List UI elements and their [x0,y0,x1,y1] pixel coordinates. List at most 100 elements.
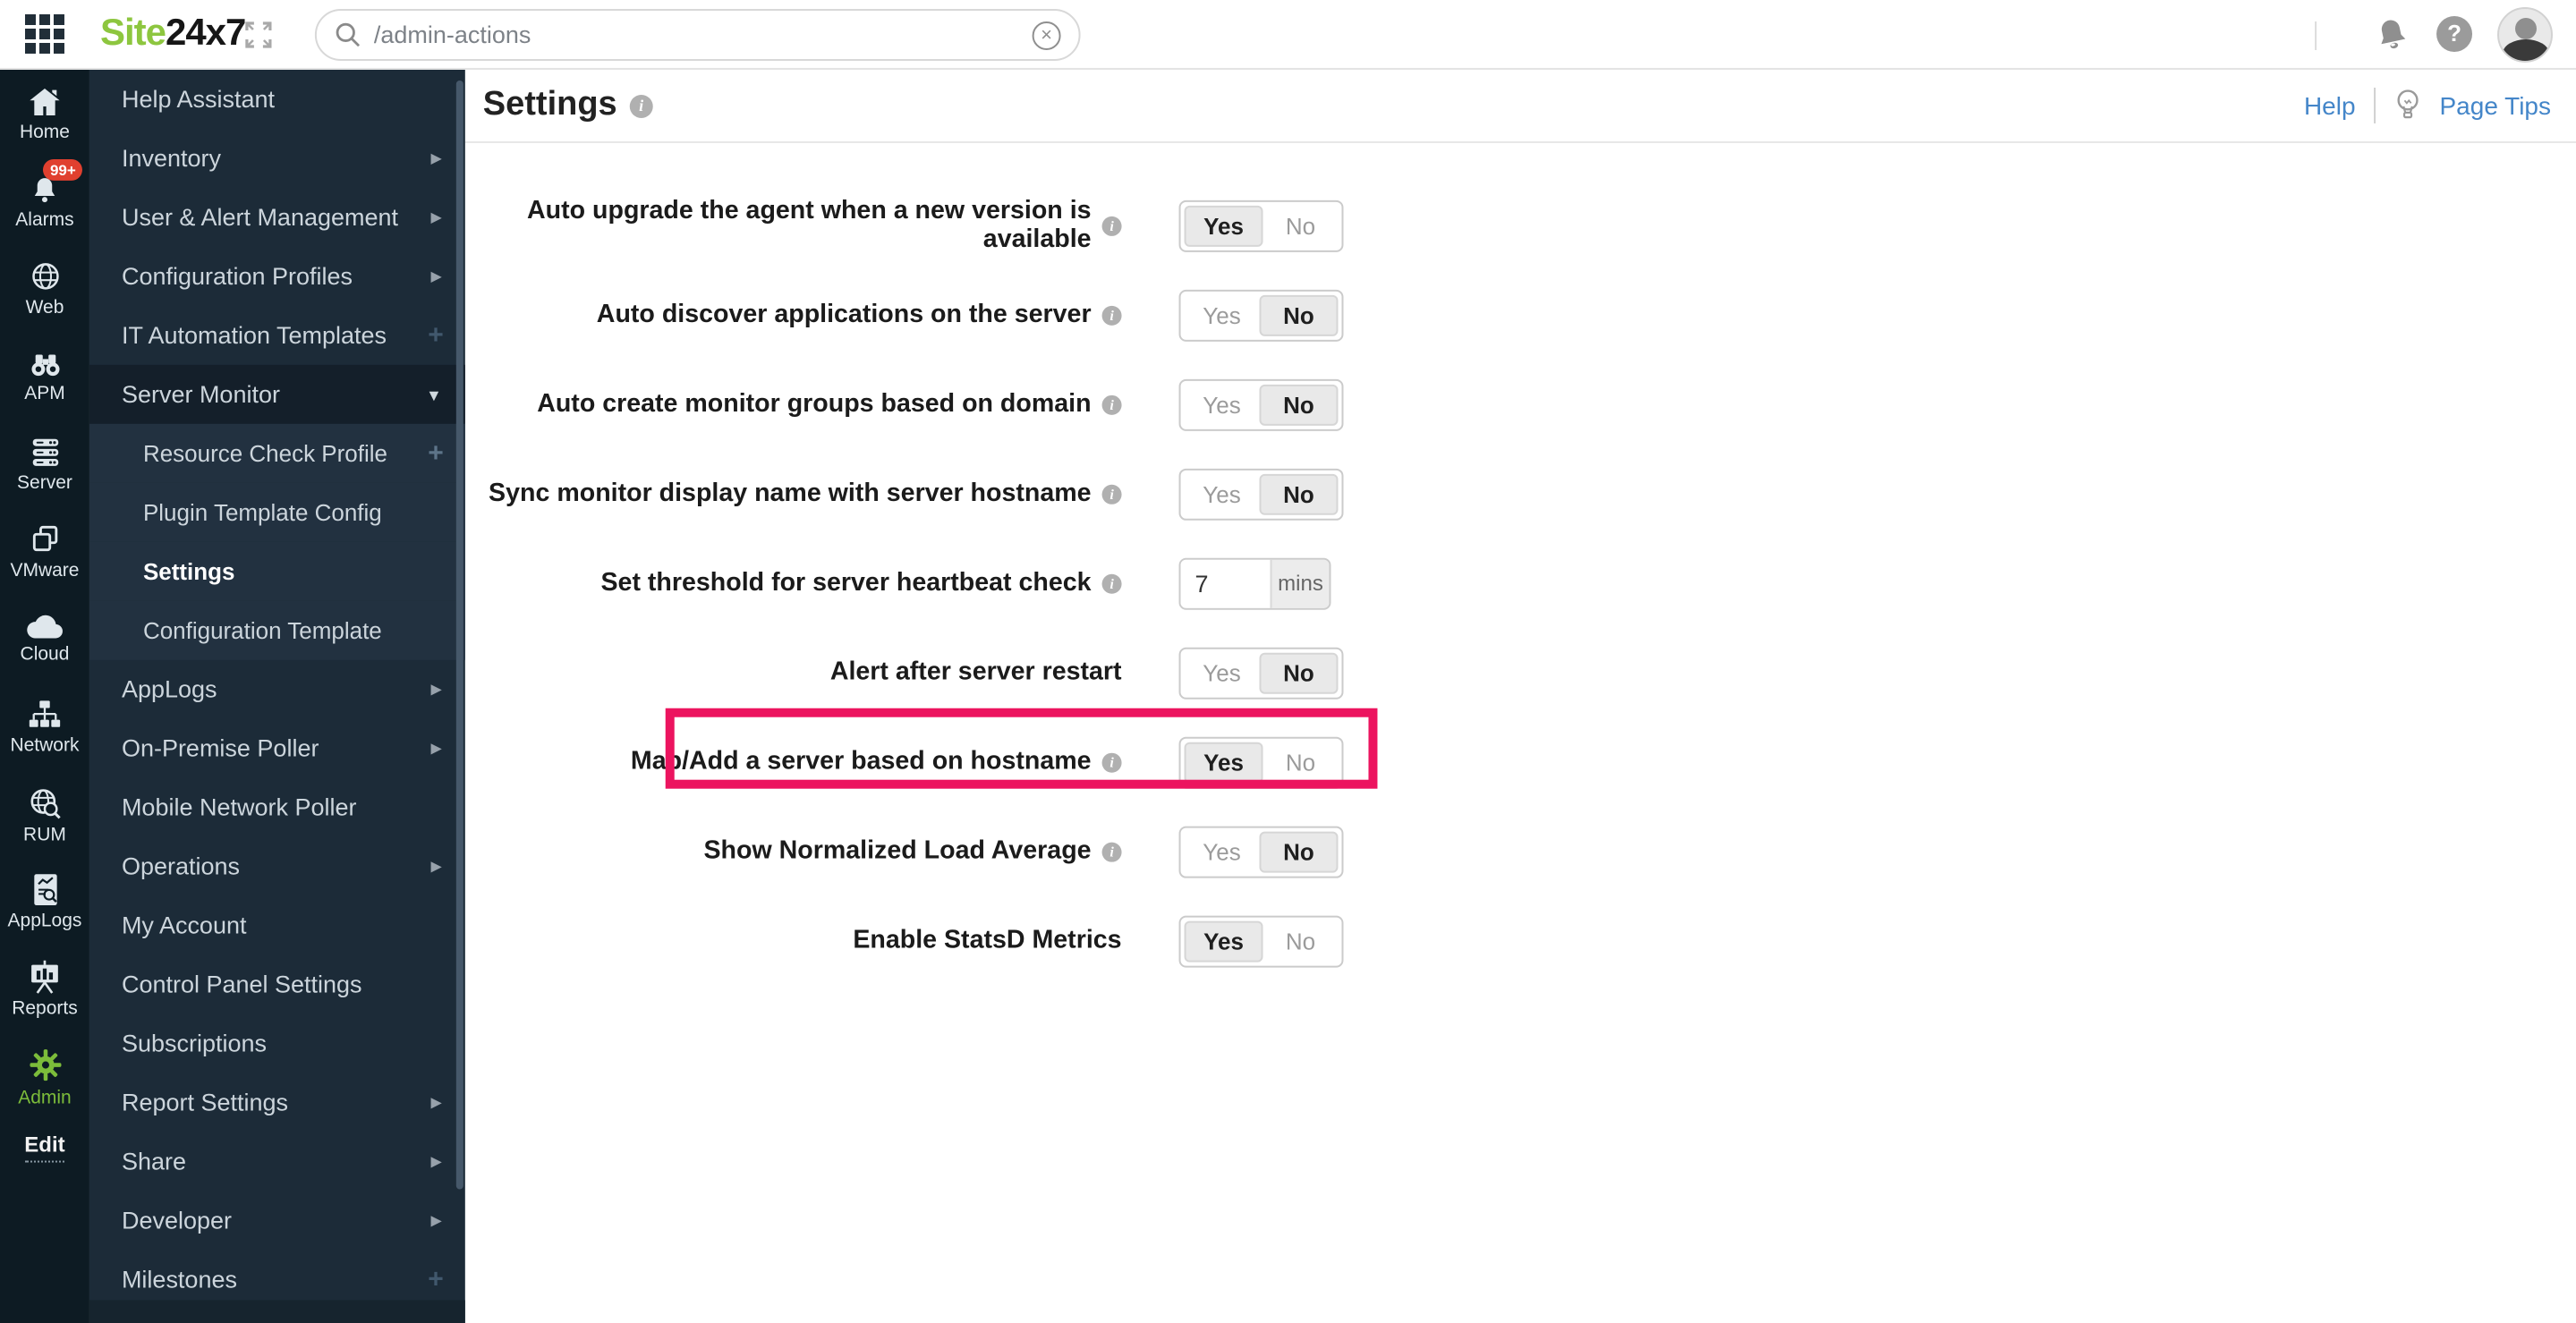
rail-item-edit[interactable]: Edit [0,1122,89,1172]
rail-item-apm[interactable]: APM [0,333,89,420]
app-grid-icon[interactable] [24,13,64,54]
chevron-right-icon: ▶ [430,208,442,225]
rail-item-cloud[interactable]: Cloud [0,596,89,683]
header-separator [2373,87,2376,123]
toggle-no[interactable]: No [1259,383,1339,425]
app-window: Site24x7 × [0,0,2576,1323]
chevron-right-icon: ▶ [430,1212,442,1229]
toggle-no[interactable]: No [1259,293,1339,335]
sidebar-item-share[interactable]: Share ▶ [89,1132,465,1192]
left-icon-rail: Home 99+ Alarms Web APM Server VMware Cl… [0,69,89,1323]
info-icon[interactable]: i [1101,394,1122,414]
sidebar-item-configuration-profiles[interactable]: Configuration Profiles ▶ [89,247,465,306]
toggle-no[interactable]: No [1259,472,1339,514]
rail-item-rum[interactable]: RUM [0,771,89,859]
chevron-right-icon: ▶ [430,681,442,698]
fullscreen-expand-icon[interactable] [245,21,272,48]
toggle-yes[interactable]: Yes [1185,831,1260,872]
page-title: Settings i [483,86,653,125]
toggle-yes[interactable]: Yes [1184,920,1263,962]
rail-item-alarms[interactable]: 99+ Alarms [0,157,89,245]
bulb-icon [2393,88,2422,123]
toggle-yes[interactable]: Yes [1185,473,1260,514]
toggle-yes[interactable]: Yes [1184,741,1263,783]
rail-item-applogs[interactable]: AppLogs [0,859,89,946]
sidebar-item-configuration-template[interactable]: Configuration Template [89,600,465,660]
page-tips-link[interactable]: Page Tips [2440,91,2551,120]
show-normalized-load-toggle[interactable]: Yes No [1178,825,1344,878]
rail-item-vmware[interactable]: VMware [0,508,89,596]
sidebar-scrollbar[interactable] [455,80,463,1190]
toggle-yes[interactable]: Yes [1185,384,1260,425]
map-add-server-hostname-toggle[interactable]: Yes No [1178,735,1344,788]
sidebar-item-resource-check-profile[interactable]: Resource Check Profile + [89,423,465,483]
toggle-no[interactable]: No [1263,205,1339,246]
settings-row-enable-statsd: Enable StatsD Metrics Yes No [465,896,2576,986]
avatar-head [2515,17,2538,39]
sidebar-item-plugin-template-config[interactable]: Plugin Template Config [89,482,465,542]
auto-discover-apps-toggle[interactable]: Yes No [1178,288,1344,341]
info-icon[interactable]: i [1101,841,1122,861]
sidebar-item-my-account[interactable]: My Account [89,896,465,955]
sidebar-item-report-settings[interactable]: Report Settings ▶ [89,1073,465,1132]
sidebar-item-settings[interactable]: Settings [89,541,465,601]
info-icon[interactable]: i [629,93,653,117]
info-icon[interactable]: i [1101,215,1122,235]
sidebar-item-mobile-network-poller[interactable]: Mobile Network Poller [89,778,465,837]
avatar-body [2503,38,2550,61]
rail-item-admin[interactable]: Admin [0,1034,89,1122]
info-icon[interactable]: i [1101,304,1122,325]
toggle-no[interactable]: No [1259,651,1339,693]
sidebar-item-user-alert-management[interactable]: User & Alert Management ▶ [89,188,465,247]
top-bar: Site24x7 × [0,0,2576,70]
toggle-no[interactable]: No [1263,920,1339,962]
heartbeat-threshold-input[interactable] [1180,558,1271,607]
search-input[interactable] [373,21,1033,48]
user-avatar[interactable] [2497,6,2554,63]
site24x7-logo[interactable]: Site24x7 [100,13,246,55]
sidebar-item-on-premise-poller[interactable]: On-Premise Poller ▶ [89,719,465,778]
plus-icon[interactable]: + [428,1265,444,1295]
sidebar-item-it-automation-templates[interactable]: IT Automation Templates + [89,306,465,365]
info-icon[interactable]: i [1101,483,1122,504]
auto-upgrade-agent-toggle[interactable]: Yes No [1178,199,1344,251]
sidebar-item-operations[interactable]: Operations ▶ [89,837,465,896]
threshold-unit-label: mins [1270,558,1330,607]
settings-row-auto-discover-apps: Auto discover applications on the server… [465,270,2576,360]
rail-item-reports[interactable]: Reports [0,946,89,1034]
rail-item-home[interactable]: Home [0,70,89,157]
sync-display-name-toggle[interactable]: Yes No [1178,467,1344,520]
main-content: Settings i Help Page Tips Auto upgrade t… [464,69,2576,1323]
help-link[interactable]: Help [2304,91,2356,120]
rail-item-network[interactable]: Network [0,683,89,771]
help-question-icon[interactable]: ? [2436,15,2473,52]
admin-sidebar: Help Assistant Inventory ▶ User & Alert M… [89,69,465,1323]
enable-statsd-toggle[interactable]: Yes No [1178,914,1344,967]
rail-item-server[interactable]: Server [0,420,89,508]
search-clear-icon[interactable]: × [1032,20,1061,49]
toggle-yes[interactable]: Yes [1185,652,1260,693]
sidebar-item-help-assistant[interactable]: Help Assistant [89,70,465,129]
topbar-divider [2315,21,2317,50]
settings-rows: Auto upgrade the agent when a new versio… [465,143,2576,986]
chevron-down-icon: ▼ [425,385,442,403]
sidebar-item-subscriptions[interactable]: Subscriptions [89,1014,465,1073]
rail-item-web[interactable]: Web [0,245,89,333]
toggle-no[interactable]: No [1259,830,1339,872]
auto-create-monitor-groups-toggle[interactable]: Yes No [1178,377,1344,430]
alert-after-restart-toggle[interactable]: Yes No [1178,646,1344,699]
info-icon[interactable]: i [1101,751,1122,772]
sidebar-item-control-panel-settings[interactable]: Control Panel Settings [89,955,465,1014]
toggle-yes[interactable]: Yes [1184,204,1263,246]
sidebar-item-applogs[interactable]: AppLogs ▶ [89,660,465,719]
toggle-no[interactable]: No [1263,742,1339,783]
plus-icon[interactable]: + [428,320,444,351]
sidebar-item-developer[interactable]: Developer ▶ [89,1192,465,1251]
sidebar-item-server-monitor[interactable]: Server Monitor ▼ [89,364,465,424]
info-icon[interactable]: i [1101,572,1122,593]
plus-icon[interactable]: + [428,438,444,469]
toggle-yes[interactable]: Yes [1185,294,1260,335]
chevron-right-icon: ▶ [430,740,442,757]
notifications-bell-icon[interactable] [2372,14,2411,54]
sidebar-item-inventory[interactable]: Inventory ▶ [89,129,465,188]
